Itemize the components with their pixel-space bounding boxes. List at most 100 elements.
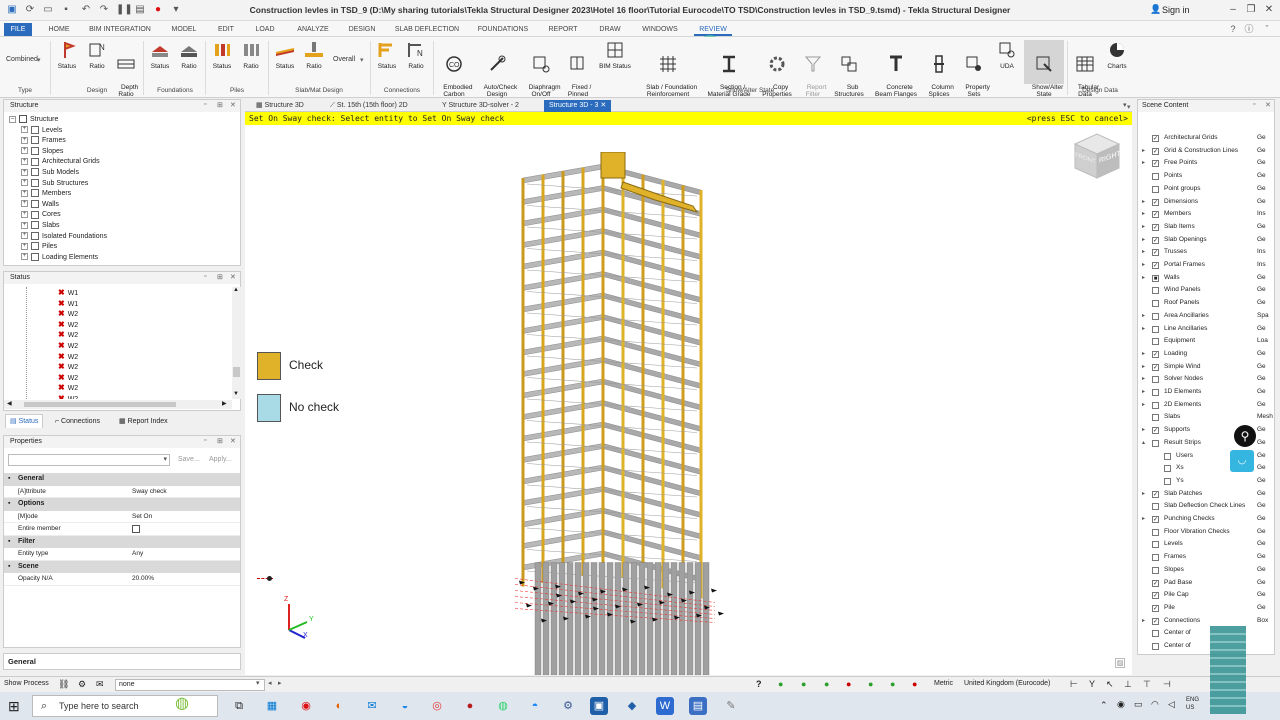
scene-checkbox[interactable]: ✓ <box>1152 198 1159 206</box>
scene-row[interactable]: Xs Ge <box>1138 462 1274 475</box>
scene-row[interactable]: Slabs Mesh <box>1138 411 1274 424</box>
scene-checkbox[interactable]: ✓ <box>1152 617 1159 625</box>
expand-icon[interactable]: + <box>21 200 28 208</box>
status-item[interactable]: ✖W2 <box>58 320 228 331</box>
windows-start-icon[interactable]: ⊞ <box>8 698 20 715</box>
scene-checkbox[interactable] <box>1152 287 1159 295</box>
tab-connections[interactable]: ⌐ Connections <box>55 415 100 428</box>
expand-icon[interactable]: + <box>21 189 28 197</box>
expand-icon[interactable]: + <box>21 253 28 261</box>
scene-row[interactable]: ▸ ✓ Members Ins <box>1138 208 1274 221</box>
tekla-icon[interactable]: ◆ <box>623 697 641 715</box>
scene-row[interactable]: Slopes Ge <box>1138 564 1274 577</box>
doc-tab-15th-floor[interactable]: ⟋ St. 15th (15th floor) 2D <box>325 100 413 112</box>
show-process-label[interactable]: Show Process <box>4 680 49 687</box>
node-snap-icon[interactable]: ⊤ <box>1143 679 1151 690</box>
scene-row[interactable]: ▸ ✓ Slab Openings Ge <box>1138 234 1274 247</box>
next-icon[interactable]: ▸ <box>278 679 282 687</box>
scene-checkbox[interactable] <box>1152 312 1159 320</box>
scene-row[interactable]: ▸ ✓ Slab Patches Ge <box>1138 488 1274 501</box>
ratio-button-foundations[interactable]: Ratio <box>176 40 202 70</box>
scene-checkbox[interactable] <box>1152 300 1159 308</box>
resize-grip-icon[interactable]: ▨ <box>1115 658 1125 668</box>
scene-checkbox[interactable] <box>1152 173 1159 181</box>
chevron-down-icon[interactable]: ▾ <box>37 56 41 64</box>
scene-checkbox[interactable]: ✓ <box>1152 592 1159 600</box>
column-splices-button[interactable]: Column Splices <box>922 40 956 105</box>
tree-item[interactable]: + Piles <box>9 242 234 253</box>
filter-input[interactable]: none <box>115 679 265 691</box>
scene-checkbox[interactable]: ✓ <box>1152 516 1159 523</box>
scene-row[interactable]: ▸ ✓ Free Points Ge <box>1138 157 1274 170</box>
collapse-icon[interactable]: ▪ <box>8 561 10 574</box>
category-options[interactable]: ▪ Options <box>4 498 240 511</box>
tab-report-index[interactable]: ▦ Report Index <box>119 415 168 428</box>
expand-icon[interactable]: + <box>21 126 28 134</box>
tree-item[interactable]: + Sub Structures <box>9 178 234 190</box>
expand-icon[interactable]: + <box>21 158 28 166</box>
scene-checkbox[interactable] <box>1152 439 1159 447</box>
expand-arrow-icon[interactable]: ▸ <box>1142 196 1145 209</box>
depth-ratio-button[interactable]: Depth Ratio <box>112 40 140 105</box>
chevron-down-icon[interactable]: ▾ <box>163 455 167 463</box>
scene-checkbox[interactable]: ✓ <box>1152 211 1159 219</box>
status-item[interactable]: ✖W2 <box>58 341 228 352</box>
ratio-button-connections[interactable]: N Ratio <box>403 40 429 70</box>
status-button-slab[interactable]: Status <box>272 40 298 70</box>
tree-item[interactable]: + Cores <box>9 210 234 221</box>
scene-row[interactable]: ▸ ✓ Slab Items Ge <box>1138 221 1274 234</box>
word-icon[interactable]: W <box>656 697 674 715</box>
autocheck-design-button[interactable]: Auto/Check Design <box>476 40 518 105</box>
tab-draw[interactable]: DRAW <box>594 23 626 36</box>
scene-checkbox[interactable] <box>1152 325 1159 333</box>
fixed-pinned-button[interactable]: Fixed / Pinned <box>563 40 593 105</box>
sub-structures-button[interactable]: Sub Structures <box>831 40 867 105</box>
tekla-active-icon[interactable]: ▣ <box>590 697 608 715</box>
scene-checkbox[interactable]: ✓ <box>1152 579 1159 587</box>
scene-checkbox[interactable] <box>1152 566 1159 574</box>
calculator-icon[interactable]: ▤ <box>689 697 707 715</box>
tree-item[interactable]: + Members <box>9 189 234 200</box>
prev-icon[interactable]: ◂ <box>268 679 272 687</box>
close-icon[interactable]: ✕ <box>1265 101 1271 109</box>
property-entire-member[interactable]: Entire member <box>4 523 240 536</box>
dock-icon[interactable]: ⊞ <box>217 437 223 445</box>
scene-checkbox[interactable]: ✓ <box>1152 147 1159 155</box>
collapse-icon[interactable]: ▪ <box>8 473 10 486</box>
tray-up-icon[interactable]: ⌃ <box>1100 700 1108 711</box>
scene-row[interactable]: ✓ Pile Cap Ge <box>1138 589 1274 602</box>
expand-arrow-icon[interactable]: ▸ <box>1142 145 1145 158</box>
expand-icon[interactable]: + <box>21 211 28 218</box>
save-icon[interactable]: ▪ <box>60 4 72 16</box>
scene-row[interactable]: Point groups Ge <box>1138 183 1274 196</box>
tab-windows[interactable]: WINDOWS <box>636 23 684 36</box>
mail-icon[interactable]: ✉ <box>363 697 381 715</box>
scene-row[interactable]: ▸ 1D Elements Ge <box>1138 386 1274 399</box>
acrobat-icon[interactable]: ◉ <box>297 697 315 715</box>
tab-report[interactable]: REPORT <box>543 23 583 36</box>
scene-row[interactable]: Wind Panels Ge <box>1138 284 1274 297</box>
tab-model[interactable]: MODEL <box>165 23 203 36</box>
slab-foundation-reinforcement-button[interactable]: Slab / Foundation Reinforcement <box>638 40 698 105</box>
scene-row[interactable]: ▸ Solver Nodes Ge <box>1138 373 1274 386</box>
scene-row[interactable]: Roof Panels Ge <box>1138 297 1274 310</box>
scene-checkbox[interactable] <box>1152 528 1159 536</box>
scene-row[interactable]: Frames Ge <box>1138 551 1274 564</box>
scene-row[interactable]: ▸ ✓ Simple Wind Ge <box>1138 361 1274 374</box>
scroll-thumb[interactable] <box>233 367 240 377</box>
scene-checkbox[interactable]: ✓ <box>1152 160 1159 168</box>
design-code-label[interactable]: United Kingdom (Eurocode) <box>964 680 1050 687</box>
minimize-button[interactable]: – <box>1224 3 1242 17</box>
ratio-button-piles[interactable]: Ratio <box>238 40 264 70</box>
scene-checkbox[interactable] <box>1152 554 1159 562</box>
diaphragm-button[interactable]: Diaphragm On/Off <box>521 40 561 105</box>
tab-edit[interactable]: EDIT <box>212 23 240 36</box>
scene-checkbox[interactable] <box>1164 452 1171 460</box>
building-3d-model[interactable] <box>515 152 755 675</box>
scene-row[interactable]: Floor Vibration Checks Ge <box>1138 526 1274 539</box>
tree-item[interactable]: + Isolated Foundations <box>9 231 234 243</box>
scene-checkbox[interactable]: ✓ <box>1152 490 1159 498</box>
expand-arrow-icon[interactable]: ▸ <box>1142 246 1145 259</box>
tabular-data-button[interactable]: Tabular Data <box>1070 40 1100 105</box>
doc-tab-structure-3d[interactable]: ▦ Structure 3D <box>251 100 309 112</box>
